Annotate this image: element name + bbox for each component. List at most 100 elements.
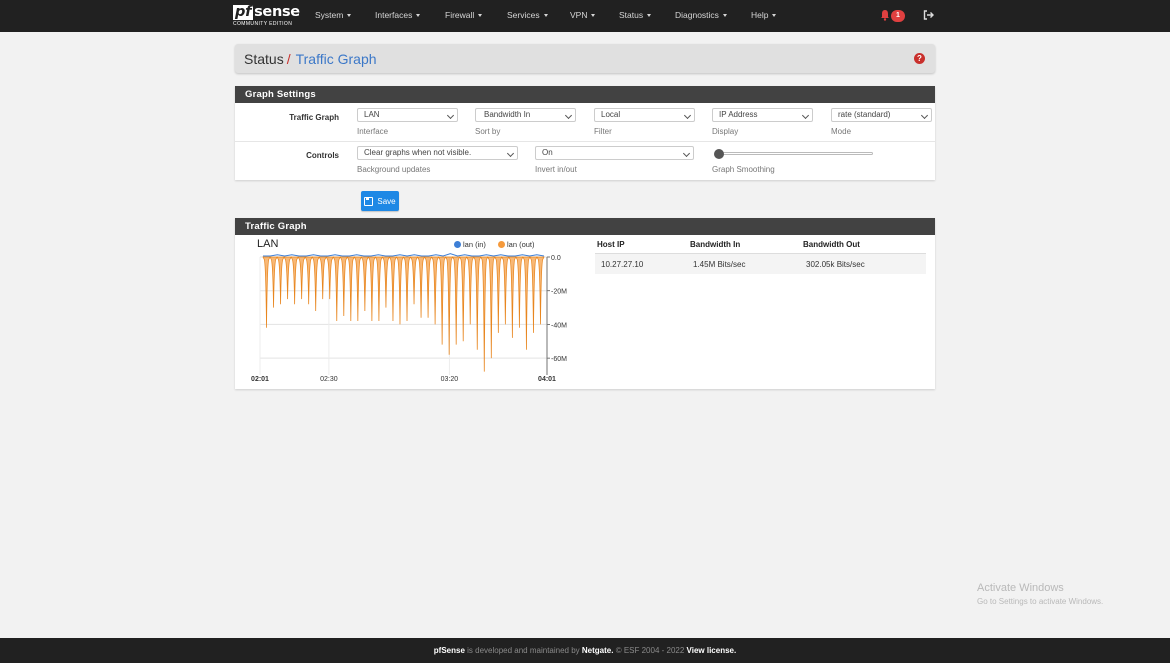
- bell-icon[interactable]: [880, 9, 890, 21]
- top-navbar: pf sense COMMUNITY EDITION System Interfa…: [0, 0, 1170, 32]
- footer-copyright: © ESF 2004 - 2022: [615, 646, 685, 655]
- breadcrumb-status: Status: [244, 50, 284, 67]
- x-tick-label: 04:01: [538, 376, 556, 383]
- nav-label: Status: [619, 10, 644, 20]
- traffic-graph-label: Traffic Graph: [289, 113, 339, 122]
- nav-label: VPN: [570, 10, 588, 20]
- nav-label: Firewall: [445, 10, 475, 20]
- pfsense-logo[interactable]: pf sense COMMUNITY EDITION: [233, 3, 300, 29]
- chevron-down-icon: [920, 111, 929, 120]
- caret-down-icon: [543, 13, 548, 17]
- logo-edition: COMMUNITY EDITION: [233, 21, 293, 27]
- nav-label: System: [315, 10, 344, 20]
- caret-down-icon: [647, 13, 652, 17]
- mode-help: Mode: [831, 127, 852, 136]
- filter-select[interactable]: Local: [594, 108, 695, 122]
- sort-by-help: Sort by: [475, 127, 501, 136]
- sort-by-select[interactable]: Bandwidth In: [475, 108, 576, 122]
- logout-icon[interactable]: [923, 9, 935, 21]
- nav-vpn[interactable]: VPN: [570, 10, 596, 20]
- col-host-ip: Host IP: [597, 240, 625, 249]
- chevron-down-icon: [564, 111, 573, 120]
- y-tick-label: -60M: [551, 356, 567, 363]
- traffic-graph-heading: Traffic Graph: [235, 218, 935, 235]
- graph-settings-panel: Graph Settings Traffic Graph LAN Interfa…: [235, 86, 935, 180]
- caret-down-icon: [772, 13, 777, 17]
- display-help: Display: [712, 127, 739, 136]
- chevron-down-icon: [683, 111, 692, 120]
- mode-value: rate (standard): [838, 110, 891, 119]
- caret-down-icon: [591, 13, 596, 17]
- save-label: Save: [377, 196, 396, 206]
- save-button[interactable]: Save: [361, 191, 399, 211]
- y-tick-label: 0.0: [551, 255, 561, 262]
- nav-interfaces[interactable]: Interfaces: [375, 10, 421, 20]
- nav-firewall[interactable]: Firewall: [445, 10, 483, 20]
- breadcrumb: Status / Traffic Graph ?: [235, 44, 935, 73]
- cell-bandwidth-in: 1.45M Bits/sec: [693, 260, 746, 269]
- legend-out-label: lan (out): [507, 240, 535, 249]
- logo-sense: sense: [254, 4, 300, 20]
- graph-settings-heading: Graph Settings: [235, 86, 935, 103]
- cell-host-ip: 10.27.27.10: [601, 260, 644, 269]
- y-tick-label: -20M: [551, 289, 567, 296]
- breadcrumb-traffic-graph[interactable]: Traffic Graph: [296, 51, 377, 67]
- legend-in[interactable]: lan (in): [454, 240, 486, 249]
- chevron-down-icon: [801, 111, 810, 120]
- windows-activation-watermark: Activate Windows Go to Settings to activ…: [977, 582, 1103, 606]
- cell-bandwidth-out: 302.05k Bits/sec: [806, 260, 865, 269]
- display-select[interactable]: IP Address: [712, 108, 813, 122]
- caret-down-icon: [347, 13, 352, 17]
- invert-select[interactable]: On: [535, 146, 694, 160]
- smoothing-slider-handle[interactable]: [714, 149, 724, 159]
- footer-brand: pfSense: [433, 646, 465, 655]
- caret-down-icon: [722, 13, 727, 17]
- watermark-title: Activate Windows: [977, 582, 1064, 594]
- nav-label: Help: [751, 10, 769, 20]
- table-row: [595, 254, 926, 274]
- footer-license-link[interactable]: View license.: [687, 646, 737, 655]
- breadcrumb-separator: /: [286, 50, 291, 67]
- nav-label: Services: [507, 10, 540, 20]
- nav-label: Interfaces: [375, 10, 413, 20]
- display-value: IP Address: [719, 110, 758, 119]
- x-tick-label: 02:01: [251, 376, 269, 383]
- caret-down-icon: [478, 13, 483, 17]
- footer-netgate-link[interactable]: Netgate.: [582, 646, 614, 655]
- background-updates-help: Background updates: [357, 165, 431, 174]
- legend-out[interactable]: lan (out): [498, 240, 535, 249]
- notification-badge[interactable]: 1: [891, 10, 905, 22]
- nav-services[interactable]: Services: [507, 10, 548, 20]
- smoothing-slider-track[interactable]: [715, 152, 873, 155]
- sort-by-value: Bandwidth In: [484, 110, 531, 119]
- col-bandwidth-out: Bandwidth Out: [803, 240, 860, 249]
- legend-in-label: lan (in): [463, 240, 486, 249]
- footer-text: is developed and maintained by: [467, 646, 580, 655]
- help-icon[interactable]: ?: [914, 53, 925, 64]
- traffic-chart: 0.0 -20M -40M -60M 02:01 02:30 03:20 04:01: [251, 253, 567, 383]
- nav-diagnostics[interactable]: Diagnostics: [675, 10, 727, 20]
- nav-system[interactable]: System: [315, 10, 352, 20]
- watermark-subtitle: Go to Settings to activate Windows.: [977, 597, 1104, 606]
- interface-value: LAN: [364, 110, 380, 119]
- nav-status[interactable]: Status: [619, 10, 652, 20]
- invert-help: Invert in/out: [535, 165, 577, 174]
- background-updates-select[interactable]: Clear graphs when not visible.: [357, 146, 518, 160]
- y-tick-label: -40M: [551, 322, 567, 329]
- nav-label: Diagnostics: [675, 10, 719, 20]
- x-tick-label: 02:30: [320, 376, 338, 383]
- chevron-down-icon: [506, 149, 515, 158]
- filter-value: Local: [601, 110, 621, 119]
- background-updates-value: Clear graphs when not visible.: [364, 148, 472, 157]
- save-icon: [364, 196, 374, 206]
- nav-help[interactable]: Help: [751, 10, 777, 20]
- col-bandwidth-in: Bandwidth In: [690, 240, 741, 249]
- legend-in-swatch: [454, 241, 461, 248]
- mode-select[interactable]: rate (standard): [831, 108, 932, 122]
- logo-pf: pf: [233, 4, 254, 20]
- series-out-area: [262, 256, 545, 372]
- interface-select[interactable]: LAN: [357, 108, 458, 122]
- smoothing-help: Graph Smoothing: [712, 165, 775, 174]
- chevron-down-icon: [682, 149, 691, 158]
- legend-out-swatch: [498, 241, 505, 248]
